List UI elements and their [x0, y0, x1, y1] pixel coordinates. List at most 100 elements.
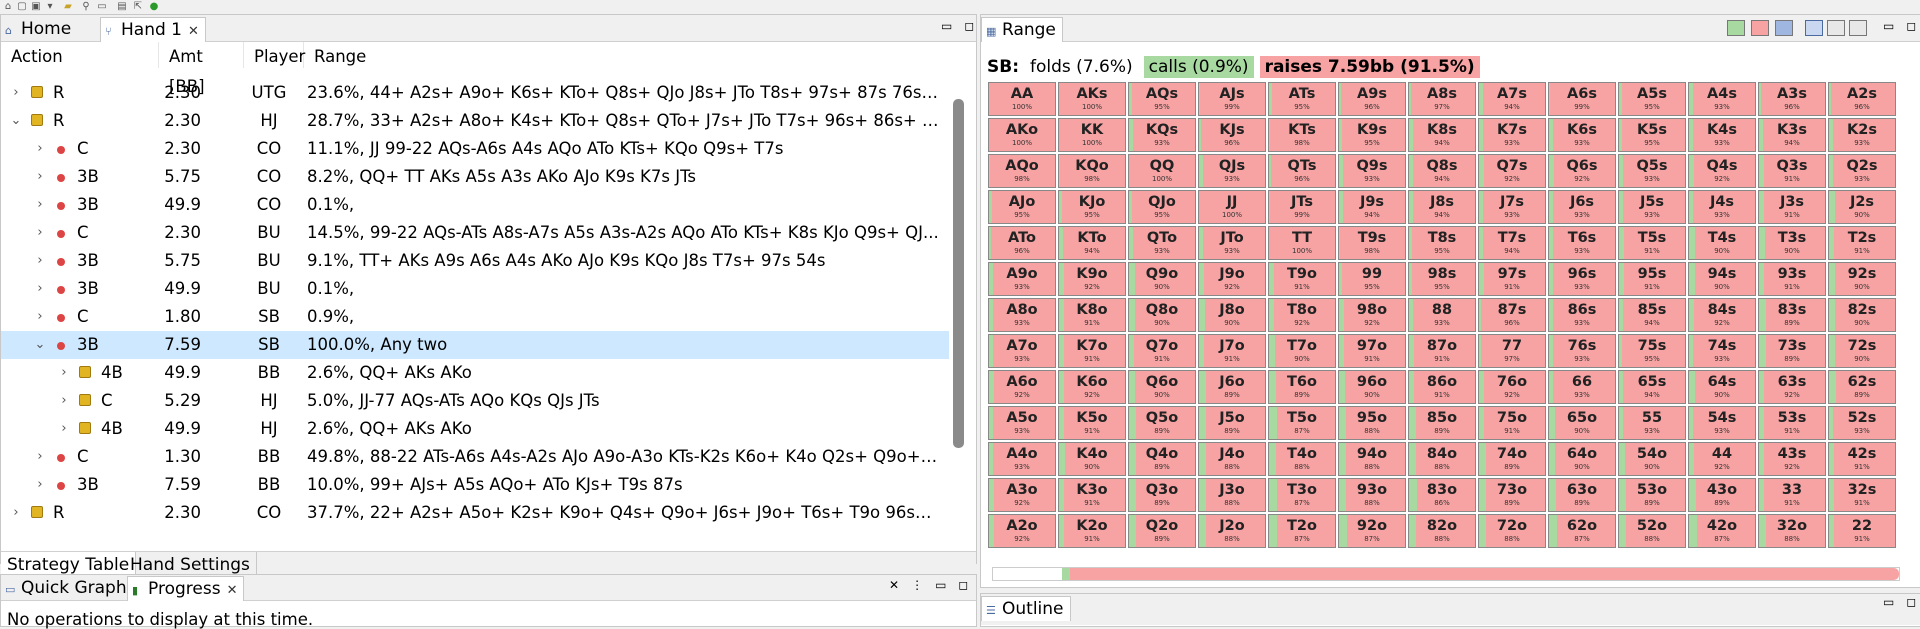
hand-cell-K5o[interactable]: K5o 91%	[1058, 406, 1126, 440]
hand-cell-A8o[interactable]: A8o 93%	[988, 298, 1056, 332]
hand-cell-AJo[interactable]: AJo 95%	[988, 190, 1056, 224]
hand-cell-55[interactable]: 55 93%	[1618, 406, 1686, 440]
chevron-right-icon[interactable]: ›	[33, 275, 47, 303]
hand-cell-65s[interactable]: 65s 94%	[1618, 370, 1686, 404]
hand-cell-K8o[interactable]: K8o 91%	[1058, 298, 1126, 332]
hand-cell-74o[interactable]: 74o 89%	[1478, 442, 1546, 476]
chevron-right-icon[interactable]: ›	[33, 303, 47, 331]
hand-cell-K3o[interactable]: K3o 91%	[1058, 478, 1126, 512]
hand-cell-84o[interactable]: 84o 88%	[1408, 442, 1476, 476]
hand-cell-43s[interactable]: 43s 92%	[1758, 442, 1826, 476]
layout-a-icon[interactable]	[1805, 20, 1823, 36]
hand-cell-32o[interactable]: 32o 88%	[1758, 514, 1826, 548]
hand-cell-T3s[interactable]: T3s 90%	[1758, 226, 1826, 260]
chevron-down-icon[interactable]: ⌄	[33, 331, 47, 359]
hand-cell-J9s[interactable]: J9s 94%	[1338, 190, 1406, 224]
hand-cell-Q2s[interactable]: Q2s 93%	[1828, 154, 1896, 188]
hand-cell-93s[interactable]: 93s 91%	[1758, 262, 1826, 296]
tree-row[interactable]: › C 2.30 CO 11.1%, JJ 99-22 AQs-A6s A4s AQo …	[1, 135, 949, 163]
hand-cell-JTo[interactable]: JTo 93%	[1198, 226, 1266, 260]
hand-cell-KK[interactable]: KK 100%	[1058, 118, 1126, 152]
hand-cell-K7o[interactable]: K7o 91%	[1058, 334, 1126, 368]
chart-icon[interactable]: ▭	[96, 1, 108, 12]
export-icon[interactable]: ⇱	[132, 1, 144, 12]
tree-row[interactable]: › 3B 49.9 CO 0.1%,	[1, 191, 949, 219]
hand-cell-J5s[interactable]: J5s 93%	[1618, 190, 1686, 224]
hand-cell-ATo[interactable]: ATo 96%	[988, 226, 1056, 260]
hand-cell-96s[interactable]: 96s 93%	[1548, 262, 1616, 296]
hand-cell-82o[interactable]: 82o 88%	[1408, 514, 1476, 548]
chevron-down-icon[interactable]: ⌄	[9, 107, 23, 135]
hand-cell-T7s[interactable]: T7s 94%	[1478, 226, 1546, 260]
hand-cell-A9o[interactable]: A9o 93%	[988, 262, 1056, 296]
hand-cell-62o[interactable]: 62o 87%	[1548, 514, 1616, 548]
hand-cell-95s[interactable]: 95s 91%	[1618, 262, 1686, 296]
save-icon[interactable]: ▤	[116, 1, 128, 12]
hand-cell-J6s[interactable]: J6s 93%	[1548, 190, 1616, 224]
hand-cell-T8s[interactable]: T8s 95%	[1408, 226, 1476, 260]
minimize-icon[interactable]: ▭	[1883, 19, 1894, 33]
hand-cell-J7s[interactable]: J7s 93%	[1478, 190, 1546, 224]
hand-cell-KJo[interactable]: KJo 95%	[1058, 190, 1126, 224]
hand-cell-76s[interactable]: 76s 93%	[1548, 334, 1616, 368]
hand-cell-75s[interactable]: 75s 95%	[1618, 334, 1686, 368]
tab-range[interactable]: ▦ Range	[981, 17, 1063, 42]
hand-cell-T7o[interactable]: T7o 90%	[1268, 334, 1336, 368]
tree-row[interactable]: ⌄ 3B 7.59 SB 100.0%, Any two	[1, 331, 949, 359]
hand-cell-AKo[interactable]: AKo 100%	[988, 118, 1056, 152]
hand-cell-82s[interactable]: 82s 90%	[1828, 298, 1896, 332]
hand-cell-85o[interactable]: 85o 89%	[1408, 406, 1476, 440]
hand-cell-K9s[interactable]: K9s 95%	[1338, 118, 1406, 152]
hand-cell-A3s[interactable]: A3s 96%	[1758, 82, 1826, 116]
hand-cell-AJs[interactable]: AJs 99%	[1198, 82, 1266, 116]
chevron-right-icon[interactable]: ›	[33, 135, 47, 163]
hand-cell-A5o[interactable]: A5o 93%	[988, 406, 1056, 440]
hand-cell-98o[interactable]: 98o 92%	[1338, 298, 1406, 332]
hand-cell-63o[interactable]: 63o 89%	[1548, 478, 1616, 512]
hand-cell-72s[interactable]: 72s 90%	[1828, 334, 1896, 368]
hand-cell-86s[interactable]: 86s 93%	[1548, 298, 1616, 332]
hand-cell-32s[interactable]: 32s 91%	[1828, 478, 1896, 512]
hand-cell-J4o[interactable]: J4o 88%	[1198, 442, 1266, 476]
tree-row[interactable]: › 3B 5.75 BU 9.1%, TT+ AKs A9s A6s A4s AKo A…	[1, 247, 949, 275]
hand-cell-Q5o[interactable]: Q5o 89%	[1128, 406, 1196, 440]
remove-all-icon[interactable]: ✕	[889, 578, 899, 592]
hand-cell-J2s[interactable]: J2s 90%	[1828, 190, 1896, 224]
hand-cell-97o[interactable]: 97o 91%	[1338, 334, 1406, 368]
chevron-right-icon[interactable]: ›	[57, 415, 71, 443]
tree-row[interactable]: › C 1.30 BB 49.8%, 88-22 ATs-A6s A4s-A2s AJo…	[1, 443, 949, 471]
hand-cell-A7s[interactable]: A7s 94%	[1478, 82, 1546, 116]
hand-cell-Q7o[interactable]: Q7o 91%	[1128, 334, 1196, 368]
hand-cell-Q9o[interactable]: Q9o 90%	[1128, 262, 1196, 296]
hand-cell-QTs[interactable]: QTs 96%	[1268, 154, 1336, 188]
col-player[interactable]: Player	[244, 42, 305, 68]
hand-cell-A4o[interactable]: A4o 93%	[988, 442, 1056, 476]
hand-cell-Q2o[interactable]: Q2o 89%	[1128, 514, 1196, 548]
hand-cell-J7o[interactable]: J7o 91%	[1198, 334, 1266, 368]
hand-cell-K6s[interactable]: K6s 93%	[1548, 118, 1616, 152]
run-icon[interactable]: ●	[148, 1, 160, 12]
close-icon[interactable]: ✕	[227, 583, 238, 598]
open-folder-icon[interactable]: ▰	[62, 1, 74, 12]
hand-cell-AQs[interactable]: AQs 95%	[1128, 82, 1196, 116]
hand-cell-T4s[interactable]: T4s 90%	[1688, 226, 1756, 260]
hand-cell-96o[interactable]: 96o 90%	[1338, 370, 1406, 404]
hand-cell-Q4s[interactable]: Q4s 92%	[1688, 154, 1756, 188]
hand-cell-42o[interactable]: 42o 87%	[1688, 514, 1756, 548]
hand-cell-Q8o[interactable]: Q8o 90%	[1128, 298, 1196, 332]
hand-cell-52o[interactable]: 52o 88%	[1618, 514, 1686, 548]
fold-call-raise-view-icon[interactable]	[1727, 20, 1745, 36]
hand-cell-83o[interactable]: 83o 86%	[1408, 478, 1476, 512]
hand-cell-K4s[interactable]: K4s 93%	[1688, 118, 1756, 152]
tree-row[interactable]: › R 2.30 CO 37.7%, 22+ A2s+ A5o+ K2s+ K9o+ Q…	[1, 499, 949, 527]
hand-cell-J8o[interactable]: J8o 90%	[1198, 298, 1266, 332]
hand-cell-J6o[interactable]: J6o 89%	[1198, 370, 1266, 404]
hand-cell-95o[interactable]: 95o 88%	[1338, 406, 1406, 440]
hand-cell-A6o[interactable]: A6o 92%	[988, 370, 1056, 404]
tree-row[interactable]: › C 5.29 HJ 5.0%, JJ-77 AQs-ATs AQo KQs QJs …	[1, 387, 949, 415]
hand-cell-T6o[interactable]: T6o 89%	[1268, 370, 1336, 404]
hand-cell-77[interactable]: 77 97%	[1478, 334, 1546, 368]
tab-hand-1[interactable]: ⑂ Hand 1 ✕	[100, 17, 206, 42]
dropdown-arrow-icon[interactable]: ▾	[44, 1, 56, 12]
tree-row[interactable]: › 4B 49.9 HJ 2.6%, QQ+ AKs AKo	[1, 415, 949, 443]
